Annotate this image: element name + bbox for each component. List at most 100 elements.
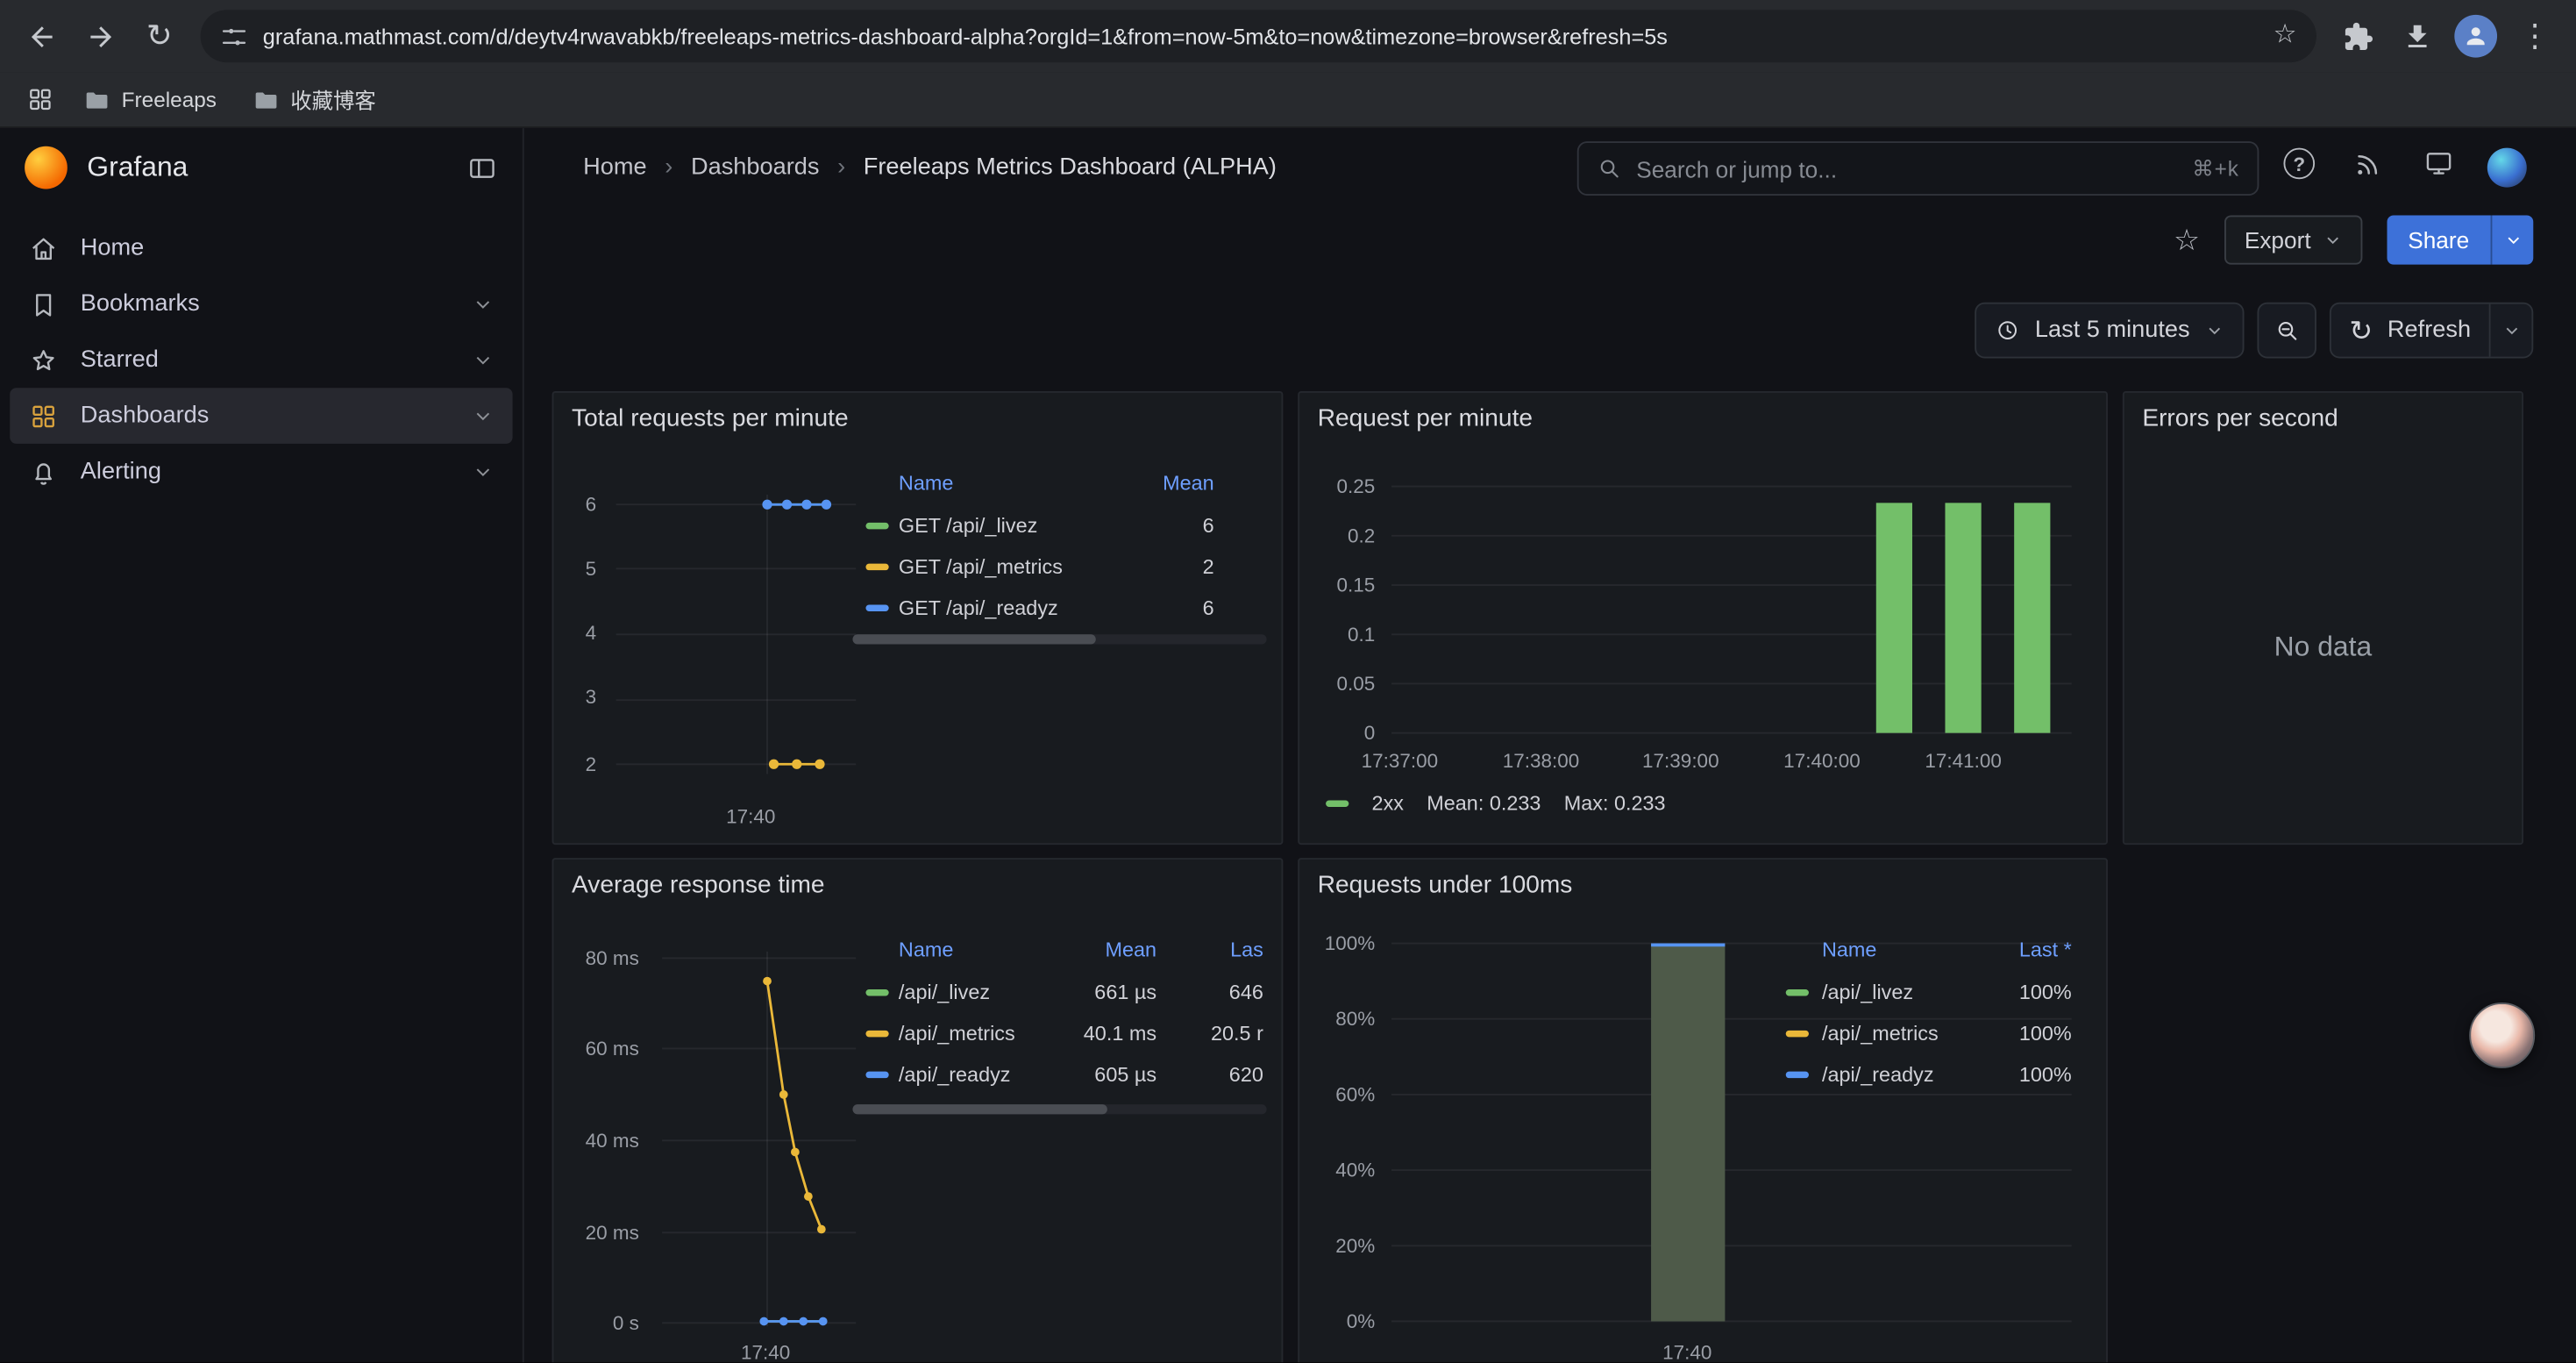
legend-header-mean[interactable]: Mean: [1115, 470, 1213, 496]
legend-header-name[interactable]: Name: [1822, 937, 1876, 963]
grafana-sidebar: Grafana Home Bookmarks Starred: [0, 128, 524, 1363]
legend-name[interactable]: /api/_readyz: [899, 1061, 1011, 1088]
clock-icon: [1994, 318, 2020, 344]
panel-title[interactable]: Request per minute: [1318, 404, 1533, 432]
y-tick: 80 ms: [557, 945, 639, 971]
legend-header-name[interactable]: Name: [899, 470, 953, 496]
forward-button[interactable]: [72, 8, 128, 64]
share-menu-button[interactable]: [2491, 215, 2534, 264]
address-bar[interactable]: grafana.mathmast.com/d/deytv4rwavabkb/fr…: [201, 10, 2316, 62]
legend-series[interactable]: 2xx: [1372, 792, 1404, 815]
legend-value: 620: [1185, 1061, 1263, 1088]
chevron-down-icon[interactable]: [472, 348, 495, 371]
legend: 2xx Mean: 0.233 Max: 0.233: [1326, 792, 1665, 815]
timeseries-chart[interactable]: [656, 945, 863, 1339]
monitor-icon: [2423, 148, 2455, 180]
bookmark-folder-freeleaps[interactable]: Freeleaps: [69, 80, 231, 119]
search-input[interactable]: Search or jump to... ⌘+k: [1577, 141, 2259, 196]
legend-header-name[interactable]: Name: [899, 937, 953, 963]
news-button[interactable]: [2352, 148, 2384, 180]
chevron-down-icon[interactable]: [472, 293, 495, 316]
export-button[interactable]: Export: [2224, 215, 2361, 264]
sidebar-item-bookmarks[interactable]: Bookmarks: [10, 276, 512, 332]
grafana-brand: Grafana: [0, 128, 523, 207]
legend-name[interactable]: /api/_readyz: [1822, 1061, 1934, 1088]
dock-menu-button[interactable]: [466, 152, 498, 183]
browser-menu-button[interactable]: ⋮: [2507, 8, 2563, 64]
panel-title[interactable]: Total requests per minute: [572, 404, 849, 432]
legend-name[interactable]: GET /api/_metrics: [899, 553, 1063, 580]
sidebar-item-dashboards[interactable]: Dashboards: [10, 388, 512, 444]
grafana-logo[interactable]: [25, 146, 68, 189]
user-menu-button[interactable]: [2487, 148, 2527, 188]
x-tick: 17:40:00: [1756, 748, 1888, 774]
sidebar-item-home[interactable]: Home: [10, 220, 512, 276]
sidebar-item-label: Bookmarks: [81, 291, 200, 318]
star-icon: [28, 345, 60, 376]
panel-title[interactable]: Errors per second: [2142, 404, 2338, 432]
y-tick: 40 ms: [557, 1127, 639, 1153]
reload-button[interactable]: ↻: [132, 8, 188, 64]
breadcrumb-dashboards[interactable]: Dashboards: [691, 154, 820, 181]
scrollbar-thumb[interactable]: [852, 634, 1095, 644]
legend-value: 661 µs: [1051, 980, 1156, 1006]
bar-chart[interactable]: [1388, 475, 2078, 742]
dock-sidebar-icon: [466, 152, 498, 183]
screen: ↻ grafana.mathmast.com/d/deytv4rwavabkb/…: [0, 0, 2576, 1363]
refresh-interval-button[interactable]: [2489, 304, 2532, 357]
time-controls: Last 5 minutes ↻ Refresh: [524, 273, 2576, 358]
panel-title[interactable]: Requests under 100ms: [1318, 871, 1573, 899]
chevron-down-icon: [2323, 230, 2342, 249]
timeseries-chart[interactable]: [609, 485, 863, 784]
screen-button[interactable]: [2423, 148, 2455, 180]
y-tick: 0.15: [1299, 572, 1375, 598]
url-text[interactable]: grafana.mathmast.com/d/deytv4rwavabkb/fr…: [263, 24, 2259, 48]
legend-swatch: [1326, 801, 1348, 807]
extensions-button[interactable]: [2330, 8, 2386, 64]
help-button[interactable]: ?: [2283, 148, 2315, 180]
chevron-down-icon[interactable]: [472, 460, 495, 483]
share-button[interactable]: Share: [2387, 215, 2533, 264]
site-settings-icon[interactable]: [220, 22, 248, 50]
y-tick: 6: [553, 491, 596, 517]
zoom-out-button[interactable]: [2257, 303, 2316, 359]
sidebar-item-label: Home: [81, 235, 144, 261]
legend-scrollbar[interactable]: [852, 1104, 1266, 1114]
apps-shortcut-button[interactable]: [17, 76, 62, 122]
assistant-avatar[interactable]: [2469, 1003, 2535, 1068]
legend-value: 100%: [1973, 1061, 2071, 1088]
time-range-picker[interactable]: Last 5 minutes: [1975, 303, 2245, 359]
y-tick: 60%: [1299, 1081, 1375, 1108]
legend-scrollbar[interactable]: [852, 634, 1266, 644]
chevron-down-icon[interactable]: [472, 404, 495, 427]
sidebar-item-starred[interactable]: Starred: [10, 332, 512, 388]
favorite-star-icon[interactable]: ☆: [2174, 225, 2200, 255]
bookmark-star-icon[interactable]: ☆: [2274, 23, 2297, 49]
sidebar-item-alerting[interactable]: Alerting: [10, 444, 512, 500]
legend-header-mean[interactable]: Mean: [1051, 937, 1156, 963]
downloads-button[interactable]: [2388, 8, 2444, 64]
browser-toolbar: ↻ grafana.mathmast.com/d/deytv4rwavabkb/…: [0, 0, 2576, 72]
legend-name[interactable]: /api/_metrics: [899, 1021, 1015, 1047]
legend-name[interactable]: /api/_livez: [1822, 980, 1913, 1006]
panel-total-requests: Total requests per minute 6 5 4 3 2 17:4…: [552, 391, 1284, 845]
y-tick: 4: [553, 619, 596, 646]
bar: [1651, 944, 1725, 1322]
legend-header-last[interactable]: Las: [1185, 937, 1263, 963]
grafana-main: Home › Dashboards › Freeleaps Metrics Da…: [524, 128, 2576, 1363]
refresh-button[interactable]: ↻ Refresh: [2330, 303, 2533, 359]
scrollbar-thumb[interactable]: [852, 1104, 1107, 1114]
breadcrumb-home[interactable]: Home: [583, 154, 646, 181]
bookmark-folder-blogs[interactable]: 收藏博客: [238, 77, 390, 122]
back-button[interactable]: [13, 8, 69, 64]
sidebar-item-label: Starred: [81, 346, 159, 373]
panel-title[interactable]: Average response time: [572, 871, 825, 899]
time-range-label: Last 5 minutes: [2035, 318, 2190, 344]
profile-button[interactable]: [2448, 8, 2504, 64]
legend-name[interactable]: GET /api/_readyz: [899, 595, 1058, 621]
legend-name[interactable]: /api/_metrics: [1822, 1021, 1939, 1047]
legend-name[interactable]: /api/_livez: [899, 980, 990, 1006]
dashboards-icon: [28, 400, 60, 432]
legend-header-last[interactable]: Last *: [1973, 937, 2071, 963]
legend-name[interactable]: GET /api/_livez: [899, 513, 1037, 539]
